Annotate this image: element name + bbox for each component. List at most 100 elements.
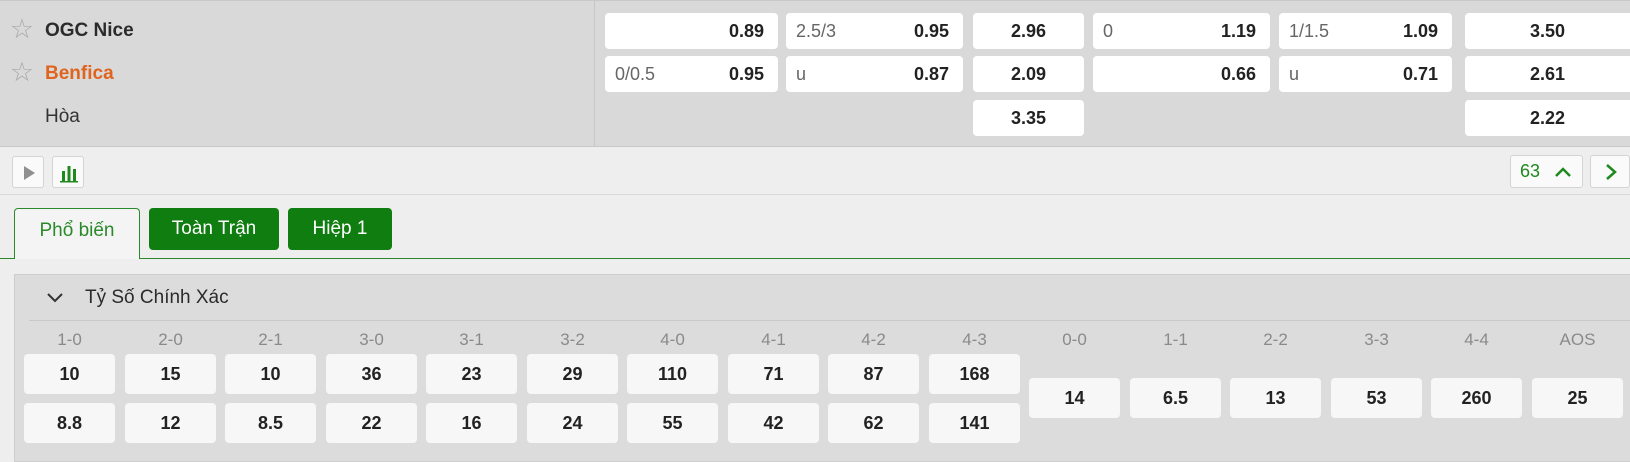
- stats-button[interactable]: [52, 156, 84, 188]
- next-button[interactable]: [1590, 155, 1630, 188]
- score-odd-home[interactable]: 36: [326, 354, 417, 394]
- away-over-under-odd[interactable]: u 0.87: [786, 56, 963, 92]
- over-under-line: u: [1289, 64, 1300, 84]
- score-odd-away[interactable]: 12: [125, 403, 216, 443]
- score-odd-home[interactable]: 10: [225, 354, 316, 394]
- score-odd-draw[interactable]: 25: [1532, 378, 1623, 418]
- away-handicap-odd[interactable]: 0/0.5 0.95: [605, 56, 778, 92]
- score-label: 4-2: [861, 330, 886, 349]
- home-1x2-odd[interactable]: 2.96: [973, 13, 1084, 49]
- draw-half-1x2-odd[interactable]: 2.22: [1465, 100, 1630, 136]
- score-odd-home[interactable]: 168: [929, 354, 1020, 394]
- score-label: AOS: [1559, 330, 1596, 349]
- score-label: 4-3: [962, 330, 987, 349]
- score-odd-home[interactable]: 23: [426, 354, 517, 394]
- tabs-divider: [0, 258, 1630, 259]
- teams-column: ☆ OGC Nice ☆ Benfica Hòa: [0, 1, 595, 147]
- odd-value: 1.19: [1220, 21, 1256, 41]
- draw-1x2-odd[interactable]: 3.35: [973, 100, 1084, 136]
- score-odd-away[interactable]: 16: [426, 403, 517, 443]
- home-over-under-odd[interactable]: 2.5/3 0.95: [786, 13, 963, 49]
- score-odd-home[interactable]: 110: [627, 354, 718, 394]
- draw-label: Hòa: [45, 106, 80, 127]
- odd-value: 0.87: [913, 64, 949, 84]
- away-1x2-odd[interactable]: 2.09: [973, 56, 1084, 92]
- odd-value: 0.89: [728, 21, 764, 41]
- score-odd-away[interactable]: 22: [326, 403, 417, 443]
- bar-chart-icon: [60, 166, 78, 183]
- away-half-handicap-odd[interactable]: 0.66: [1093, 56, 1270, 92]
- score-odd-away[interactable]: 8.5: [225, 403, 316, 443]
- odd-value: 1.09: [1402, 21, 1438, 41]
- chevron-right-icon: [1606, 164, 1617, 180]
- away-team-name[interactable]: Benfica: [45, 63, 114, 85]
- match-odds-row: ☆ OGC Nice ☆ Benfica Hòa 0.89 2.5/3 0.95…: [0, 0, 1630, 147]
- score-label: 2-1: [258, 330, 283, 349]
- odd-value: 0.66: [1220, 64, 1256, 84]
- odd-value: 0.95: [728, 64, 764, 84]
- score-odd-away[interactable]: 141: [929, 403, 1020, 443]
- odd-value: 2.61: [1529, 64, 1566, 84]
- score-odd-away[interactable]: 42: [728, 403, 819, 443]
- more-markets-counter[interactable]: 63: [1510, 155, 1583, 188]
- score-odd-home[interactable]: 71: [728, 354, 819, 394]
- handicap-line: 0/0.5: [615, 64, 656, 84]
- home-team-name[interactable]: OGC Nice: [45, 20, 134, 42]
- home-handicap-odd[interactable]: 0.89: [605, 13, 778, 49]
- odd-value: 3.50: [1529, 21, 1566, 41]
- score-odd-draw[interactable]: 14: [1029, 378, 1120, 418]
- handicap-line: 0: [1103, 21, 1114, 41]
- home-half-over-under-odd[interactable]: 1/1.5 1.09: [1279, 13, 1452, 49]
- tab-popular[interactable]: Phổ biến: [14, 208, 140, 259]
- score-odd-away[interactable]: 55: [627, 403, 718, 443]
- score-odd-draw[interactable]: 13: [1230, 378, 1321, 418]
- odd-value: 0.71: [1402, 64, 1438, 84]
- more-markets-count: 63: [1520, 161, 1541, 181]
- chevron-up-icon: [1555, 167, 1571, 177]
- odd-value: 2.09: [1010, 64, 1047, 84]
- score-label: 1-0: [57, 330, 82, 349]
- odd-value: 3.35: [1010, 108, 1047, 128]
- favorite-star-icon[interactable]: ☆: [8, 16, 36, 44]
- away-half-1x2-odd[interactable]: 2.61: [1465, 56, 1630, 92]
- tab-first-half[interactable]: Hiệp 1: [288, 208, 392, 250]
- play-button[interactable]: [12, 156, 44, 188]
- score-label: 4-1: [761, 330, 786, 349]
- score-odd-draw[interactable]: 6.5: [1130, 378, 1221, 418]
- home-half-handicap-odd[interactable]: 0 1.19: [1093, 13, 1270, 49]
- tab-full-match[interactable]: Toàn Trận: [149, 208, 279, 250]
- correct-score-title: Tỷ Số Chính Xác: [85, 287, 229, 308]
- correct-score-header[interactable]: Tỷ Số Chính Xác: [29, 275, 1630, 321]
- score-odd-away[interactable]: 8.8: [24, 403, 115, 443]
- play-icon: [24, 166, 35, 180]
- score-odd-home[interactable]: 15: [125, 354, 216, 394]
- score-label: 3-0: [359, 330, 384, 349]
- chevron-down-icon: [47, 293, 63, 303]
- odd-value: 2.96: [1010, 21, 1047, 41]
- odd-value: 2.22: [1529, 108, 1566, 128]
- score-label: 3-1: [459, 330, 484, 349]
- score-odd-draw[interactable]: 53: [1331, 378, 1422, 418]
- score-odd-away[interactable]: 24: [527, 403, 618, 443]
- score-label: 1-1: [1163, 330, 1188, 349]
- score-odd-draw[interactable]: 260: [1431, 378, 1522, 418]
- score-label: 4-4: [1464, 330, 1489, 349]
- away-half-over-under-odd[interactable]: u 0.71: [1279, 56, 1452, 92]
- score-label: 3-3: [1364, 330, 1389, 349]
- over-under-line: 2.5/3: [796, 21, 837, 41]
- home-half-1x2-odd[interactable]: 3.50: [1465, 13, 1630, 49]
- score-label: 3-2: [560, 330, 585, 349]
- odd-value: 0.95: [913, 21, 949, 41]
- score-odd-away[interactable]: 62: [828, 403, 919, 443]
- favorite-star-icon[interactable]: ☆: [8, 59, 36, 87]
- score-odd-home[interactable]: 29: [527, 354, 618, 394]
- score-label: 4-0: [660, 330, 685, 349]
- score-odd-home[interactable]: 10: [24, 354, 115, 394]
- score-label: 0-0: [1062, 330, 1087, 349]
- over-under-line: 1/1.5: [1289, 21, 1330, 41]
- correct-score-panel: Tỷ Số Chính Xác 1-0 10 8.8 2-0 15 12 2-1 10 8.5 3…: [14, 274, 1630, 462]
- score-label: 2-0: [158, 330, 183, 349]
- score-label: 2-2: [1263, 330, 1288, 349]
- score-odd-home[interactable]: 87: [828, 354, 919, 394]
- match-toolbar: 63: [0, 147, 1630, 195]
